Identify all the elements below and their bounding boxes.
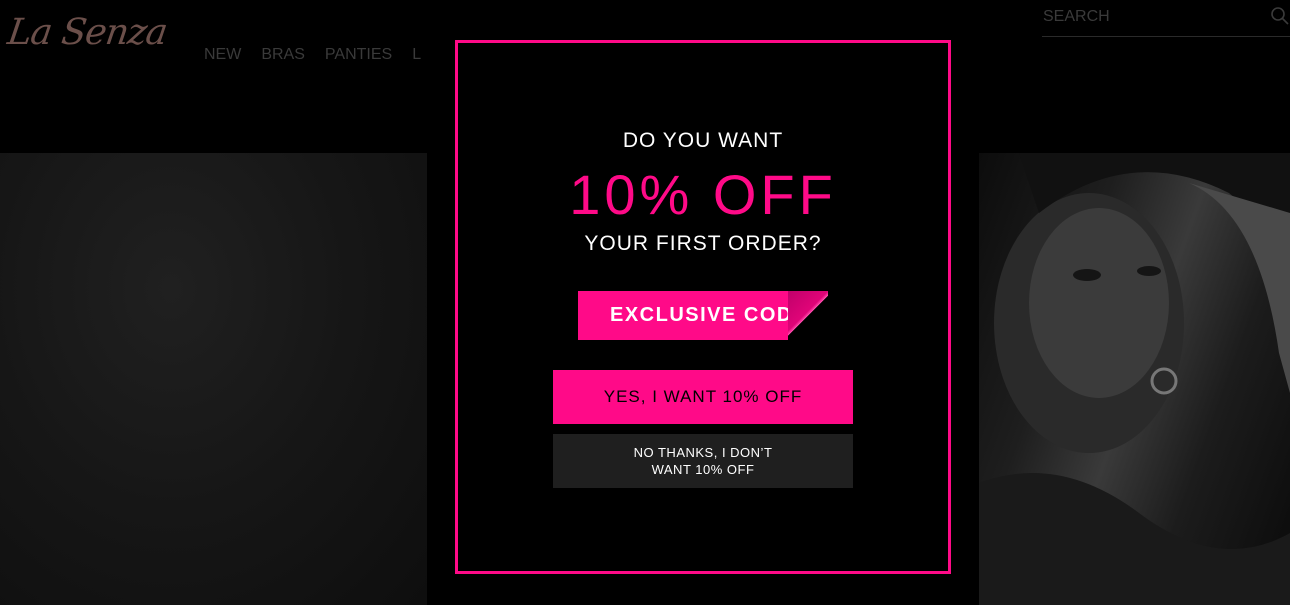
nav-item-lingerie[interactable]: L (412, 46, 421, 64)
peel-corner-icon (788, 291, 828, 340)
brand-logo[interactable]: La Senza (5, 12, 169, 53)
nav-item-new[interactable]: NEW (204, 46, 241, 64)
modal-question-line2: YOUR FIRST ORDER? (584, 232, 822, 255)
decline-discount-button[interactable]: NO THANKS, I DON’T WANT 10% OFF (553, 434, 853, 488)
search-input[interactable] (1042, 4, 1263, 30)
discount-modal: DO YOU WANT 10% OFF YOUR FIRST ORDER? EX… (427, 38, 979, 602)
nav-item-panties[interactable]: PANTIES (325, 46, 392, 64)
modal-offer-headline: 10% OFF (569, 163, 837, 226)
modal-close-button[interactable] (959, 38, 979, 58)
accept-discount-button[interactable]: YES, I WANT 10% OFF (553, 370, 853, 424)
search-bar (1042, 4, 1290, 37)
nav-item-bras[interactable]: BRAS (261, 46, 305, 64)
hero-image-left (0, 153, 427, 605)
hero-image-right (979, 153, 1290, 605)
modal-question-line1: DO YOU WANT (622, 129, 784, 152)
exclusive-code-reveal[interactable]: EXCLUSIVE CODE K (578, 291, 828, 340)
main-nav: NEW BRAS PANTIES L (204, 46, 441, 64)
search-icon[interactable] (1270, 6, 1290, 26)
model-photo (979, 153, 1290, 605)
page: La Senza NEW BRAS PANTIES L SEARCH DO YO… (0, 0, 1290, 605)
